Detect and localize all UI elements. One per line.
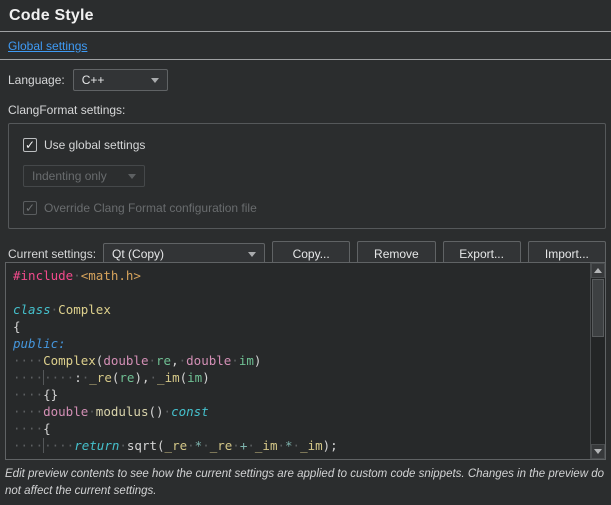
page-title: Code Style [9, 7, 611, 25]
override-config-checkbox: ✓ [23, 201, 37, 215]
current-settings-label: Current settings: [8, 247, 96, 261]
code-line: ········:·_re(re),·_im(im) [13, 369, 605, 386]
code-line [13, 284, 605, 301]
chevron-down-icon [248, 252, 256, 257]
code-line: { [13, 318, 605, 335]
code-preview-editor[interactable]: #include·<math.h> class·Complex{public:·… [5, 262, 606, 460]
override-config-label: Override Clang Format configuration file [44, 201, 257, 215]
scroll-up-button[interactable] [591, 263, 605, 278]
clangformat-section-label: ClangFormat settings: [8, 103, 611, 117]
vertical-scrollbar[interactable] [590, 263, 605, 459]
use-global-settings-label: Use global settings [44, 138, 145, 152]
use-global-settings-checkbox-row[interactable]: ✓ Use global settings [23, 138, 605, 152]
footer-note: Edit preview contents to see how the cur… [5, 466, 605, 500]
code-line: ····Complex(double·re,·double·im) [13, 352, 605, 369]
override-config-checkbox-row: ✓ Override Clang Format configuration fi… [23, 201, 605, 215]
code-lines[interactable]: #include·<math.h> class·Complex{public:·… [6, 263, 605, 454]
current-settings-value: Qt (Copy) [112, 247, 164, 261]
scrollbar-track[interactable] [591, 278, 605, 444]
code-line: #include·<math.h> [13, 267, 605, 284]
global-settings-link[interactable]: Global settings [8, 39, 87, 53]
code-line: ····{ [13, 420, 605, 437]
code-line: ····{} [13, 386, 605, 403]
indenting-mode-combobox: Indenting only [23, 165, 145, 187]
language-label: Language: [8, 73, 65, 87]
scrollbar-thumb[interactable] [592, 279, 604, 337]
triangle-down-icon [594, 449, 602, 454]
language-combobox-value: C++ [82, 73, 105, 87]
code-line: ····double·modulus()·const [13, 403, 605, 420]
chevron-down-icon [151, 78, 159, 83]
code-line: public: [13, 335, 605, 352]
language-combobox[interactable]: C++ [73, 69, 168, 91]
scroll-down-button[interactable] [591, 444, 605, 459]
triangle-up-icon [594, 268, 602, 273]
code-line: class·Complex [13, 301, 605, 318]
separator-top [0, 31, 611, 32]
separator-under-link [0, 59, 611, 60]
indenting-mode-value: Indenting only [32, 169, 107, 183]
chevron-down-icon [128, 174, 136, 179]
clangformat-groupbox: ✓ Use global settings Indenting only ✓ O… [8, 123, 606, 229]
use-global-settings-checkbox[interactable]: ✓ [23, 138, 37, 152]
code-line: ········return·sqrt(_re·*·_re·+·_im·*·_i… [13, 437, 605, 454]
